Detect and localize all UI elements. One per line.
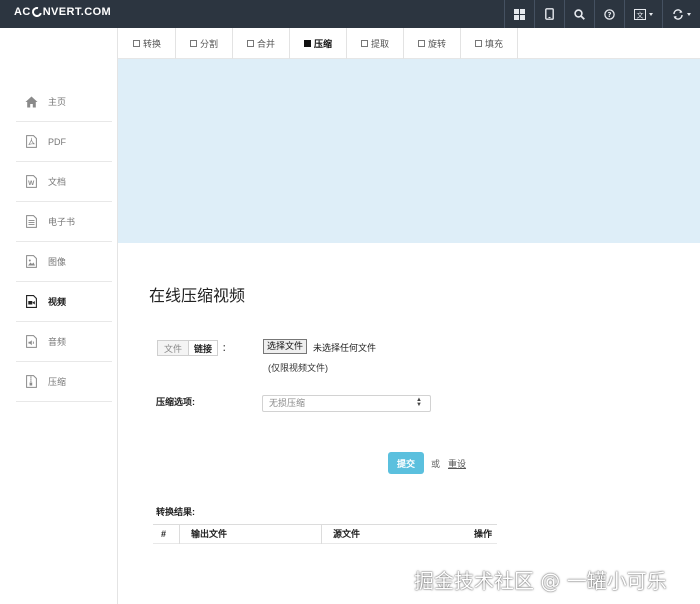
checkbox-icon (132, 40, 140, 47)
help-icon[interactable]: ? (594, 0, 624, 28)
tab-label: 分割 (199, 39, 218, 49)
sidebar-item-label: 音频 (48, 337, 67, 347)
column-header-source-file: 源文件 (321, 525, 464, 544)
svg-text:文: 文 (636, 10, 643, 19)
sidebar-item-label: PDF (48, 136, 66, 147)
sidebar-item-video[interactable]: 视频 (16, 282, 112, 322)
logo-text-right: NVERT.COM (42, 6, 112, 18)
checkbox-icon (474, 40, 482, 47)
sidebar-item-label: 视频 (48, 297, 67, 307)
compress-option-value: 无损压缩 (269, 398, 306, 408)
svg-text:W: W (28, 180, 35, 187)
tablet-icon[interactable] (534, 0, 564, 28)
tab-label: 提取 (370, 39, 389, 49)
logo-ring-icon (29, 5, 44, 19)
tab-merge[interactable]: 合并 (233, 28, 290, 59)
source-link-toggle[interactable]: 链接 (189, 340, 219, 356)
submit-button[interactable]: 提交 (388, 452, 424, 474)
video-file-icon (24, 295, 38, 309)
language-icon[interactable]: 文 (624, 0, 662, 28)
tool-tabs: 转换 分割 合并 压缩 提取 旋转 填充 (118, 28, 700, 59)
select-arrows-icon: ▲ ▼ (416, 397, 422, 408)
compress-option-select[interactable]: 无损压缩 ▲ ▼ (262, 395, 431, 412)
checkbox-icon (246, 40, 254, 47)
word-file-icon: W (24, 175, 38, 189)
checkbox-icon (189, 40, 197, 47)
sidebar-item-label: 压缩 (48, 377, 67, 387)
tab-label: 转换 (142, 39, 161, 49)
column-header-output-file: 输出文件 (179, 525, 321, 544)
source-toggle: 文件 链接 (157, 340, 219, 356)
site-logo[interactable]: AC NVERT.COM (14, 5, 112, 19)
sidebar-item-image[interactable]: 图像 (16, 242, 112, 282)
tab-split[interactable]: 分割 (176, 28, 233, 59)
tab-convert[interactable]: 转换 (119, 28, 176, 59)
sidebar-item-ebook[interactable]: 电子书 (16, 202, 112, 242)
tab-rotate[interactable]: 旋转 (404, 28, 461, 59)
tab-compress[interactable]: 压缩 (290, 28, 347, 59)
or-text: 或 (431, 459, 441, 469)
refresh-icon[interactable] (662, 0, 700, 28)
pdf-file-icon (24, 135, 38, 149)
tab-label: 旋转 (427, 39, 446, 49)
tab-extract[interactable]: 提取 (347, 28, 404, 59)
sidebar-item-document[interactable]: W 文档 (16, 162, 112, 202)
checkbox-icon (417, 40, 425, 47)
svg-text:?: ? (607, 11, 611, 19)
sidebar-item-audio[interactable]: 音频 (16, 322, 112, 362)
banner-area (118, 59, 700, 243)
checkbox-icon (303, 40, 311, 47)
top-navbar: AC NVERT.COM ? 文 (0, 0, 700, 28)
sidebar: 主页 PDF W 文档 电子书 图像 视频 音频 压缩 (0, 28, 118, 604)
archive-file-icon (24, 375, 38, 389)
ebook-file-icon (24, 215, 38, 229)
sidebar-item-label: 图像 (48, 257, 67, 267)
source-file-toggle[interactable]: 文件 (157, 340, 190, 356)
search-icon[interactable] (564, 0, 594, 28)
source-colon: ： (222, 344, 232, 354)
sidebar-item-label: 主页 (48, 97, 67, 107)
tab-label: 合并 (256, 39, 275, 49)
grid-icon[interactable] (504, 0, 534, 28)
choose-file-button[interactable]: 选择文件 (263, 339, 308, 354)
file-status: 未选择任何文件 (313, 343, 377, 353)
compress-option-label: 压缩选项: (156, 397, 195, 407)
tab-pad[interactable]: 填充 (461, 28, 518, 59)
sidebar-item-pdf[interactable]: PDF (16, 122, 112, 162)
checkbox-icon (360, 40, 368, 47)
column-header-index: # (161, 529, 167, 539)
tab-label: 填充 (484, 39, 503, 49)
logo-text-left: AC (14, 6, 31, 18)
image-file-icon (24, 255, 38, 269)
sidebar-item-label: 电子书 (48, 217, 76, 227)
audio-file-icon (24, 335, 38, 349)
sidebar-item-label: 文档 (48, 177, 67, 187)
watermark: 掘金技术社区 @ 一罐小可乐 (414, 569, 667, 593)
reset-link[interactable]: 重设 (448, 457, 466, 470)
sidebar-item-archive[interactable]: 压缩 (16, 362, 112, 402)
tab-label: 压缩 (313, 39, 332, 49)
column-header-actions: 操作 (474, 529, 493, 539)
file-hint: (仅限视频文件) (268, 363, 328, 373)
results-table-header: # 输出文件 源文件 操作 (153, 524, 497, 544)
results-label: 转换结果: (156, 507, 195, 517)
home-icon (24, 95, 38, 109)
sidebar-item-home[interactable]: 主页 (16, 82, 112, 122)
page-title: 在线压缩视频 (149, 288, 246, 305)
